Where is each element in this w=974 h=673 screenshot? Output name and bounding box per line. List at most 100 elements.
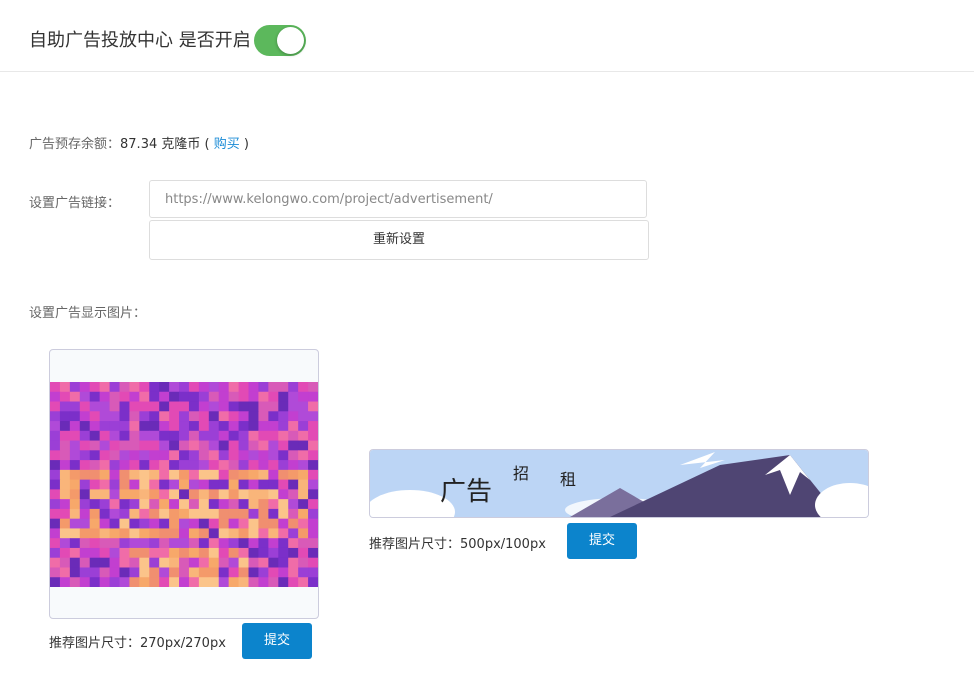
mosaic-tile [198, 489, 210, 500]
mosaic-tile [298, 489, 309, 500]
mosaic-tile [179, 450, 190, 461]
mosaic-tile [69, 391, 81, 403]
mosaic-tile [119, 547, 130, 559]
square-ad-preview-image [50, 382, 318, 587]
mosaic-tile [89, 382, 101, 393]
ad-link-input[interactable] [149, 180, 647, 218]
mosaic-tile [288, 401, 299, 412]
mosaic-tile [59, 489, 71, 500]
mosaic-tile [69, 567, 81, 578]
mosaic-tile [258, 411, 269, 422]
mosaic-tile [99, 460, 111, 471]
mosaic-tile [69, 479, 81, 490]
mosaic-tile [129, 508, 140, 520]
mosaic-tile [129, 421, 140, 432]
mosaic-tile [188, 528, 200, 539]
mosaic-tile [238, 538, 250, 549]
mosaic-tile [129, 528, 140, 539]
mosaic-tile [169, 508, 180, 520]
mosaic-tile [99, 401, 111, 412]
mosaic-tile [288, 469, 299, 481]
buy-link[interactable]: 购买 [214, 137, 240, 152]
mosaic-tile [198, 440, 210, 451]
mosaic-tile [258, 538, 269, 549]
mosaic-tile [208, 547, 220, 559]
mosaic-tile [298, 538, 309, 549]
mosaic-tile [258, 499, 269, 510]
mosaic-tile [79, 508, 91, 520]
mosaic-tile [169, 489, 180, 500]
mosaic-tile [278, 567, 289, 578]
mosaic-tile [50, 460, 61, 471]
mosaic-tile [50, 567, 61, 578]
mosaic-tile [159, 518, 170, 529]
mosaic-tile [258, 518, 269, 529]
mosaic-tile [288, 450, 299, 461]
wide-size-hint: 推荐图片尺寸：500px/100px [369, 537, 546, 552]
balance-row: 广告预存余额：87.34 克隆币 ( 购买 ) [29, 133, 249, 152]
square-submit-button[interactable]: 提交 [242, 623, 312, 659]
mosaic-tile [59, 460, 71, 471]
mosaic-tile [218, 401, 230, 412]
mosaic-tile [188, 411, 200, 422]
mosaic-tile [119, 528, 130, 539]
mosaic-tile [119, 538, 130, 549]
mosaic-tile [208, 450, 220, 461]
mosaic-tile [159, 450, 170, 461]
mosaic-tile [228, 518, 240, 529]
mosaic-tile [268, 450, 279, 461]
mosaic-tile [188, 382, 200, 393]
wide-submit-button[interactable]: 提交 [567, 523, 637, 559]
mosaic-tile [208, 528, 220, 539]
mosaic-tile [99, 489, 111, 500]
mosaic-tile [258, 401, 269, 412]
enable-toggle[interactable] [254, 25, 306, 56]
wide-image-upload[interactable]: 广告 招 租 [369, 449, 869, 518]
mosaic-tile [298, 421, 309, 432]
mosaic-tile [198, 499, 210, 510]
mosaic-tile [169, 430, 180, 442]
mosaic-tile [179, 469, 190, 481]
mosaic-tile [278, 499, 289, 510]
mosaic-tile [238, 489, 250, 500]
mosaic-tile [288, 499, 299, 510]
mosaic-tile [308, 489, 318, 500]
mosaic-tile [149, 489, 160, 500]
mosaic-tile [69, 421, 81, 432]
mosaic-tile [308, 391, 318, 403]
mosaic-tile [169, 557, 180, 568]
mosaic-tile [298, 469, 309, 481]
mosaic-tile [89, 469, 101, 481]
mosaic-tile [129, 499, 140, 510]
mosaic-tile [159, 401, 170, 412]
mosaic-tile [179, 411, 190, 422]
mosaic-tile [258, 469, 269, 481]
mosaic-tile [238, 401, 250, 412]
mosaic-tile [79, 518, 91, 529]
mosaic-tile [129, 557, 140, 568]
mosaic-tile [50, 508, 61, 520]
mosaic-tile [159, 391, 170, 403]
mosaic-tile [119, 479, 130, 490]
reset-button[interactable]: 重新设置 [149, 220, 649, 260]
mosaic-tile [188, 401, 200, 412]
mosaic-tile [258, 567, 269, 578]
mosaic-tile [308, 479, 318, 490]
mosaic-tile [69, 450, 81, 461]
page-header: 自助广告投放中心 是否开启 [0, 0, 974, 72]
mosaic-tile [218, 479, 230, 490]
mosaic-tile [59, 577, 71, 587]
mosaic-tile [228, 528, 240, 539]
ad-image-label: 设置广告显示图片： [29, 306, 147, 321]
mosaic-tile [308, 440, 318, 451]
mosaic-tile [139, 577, 150, 587]
mosaic-tile [248, 469, 259, 481]
square-image-upload[interactable] [49, 349, 319, 619]
mosaic-tile [139, 479, 150, 490]
mosaic-tile [79, 411, 91, 422]
mosaic-tile [169, 460, 180, 471]
mosaic-tile [139, 538, 150, 549]
mosaic-tile [258, 489, 269, 500]
mosaic-tile [89, 401, 101, 412]
mosaic-tile [129, 489, 140, 500]
